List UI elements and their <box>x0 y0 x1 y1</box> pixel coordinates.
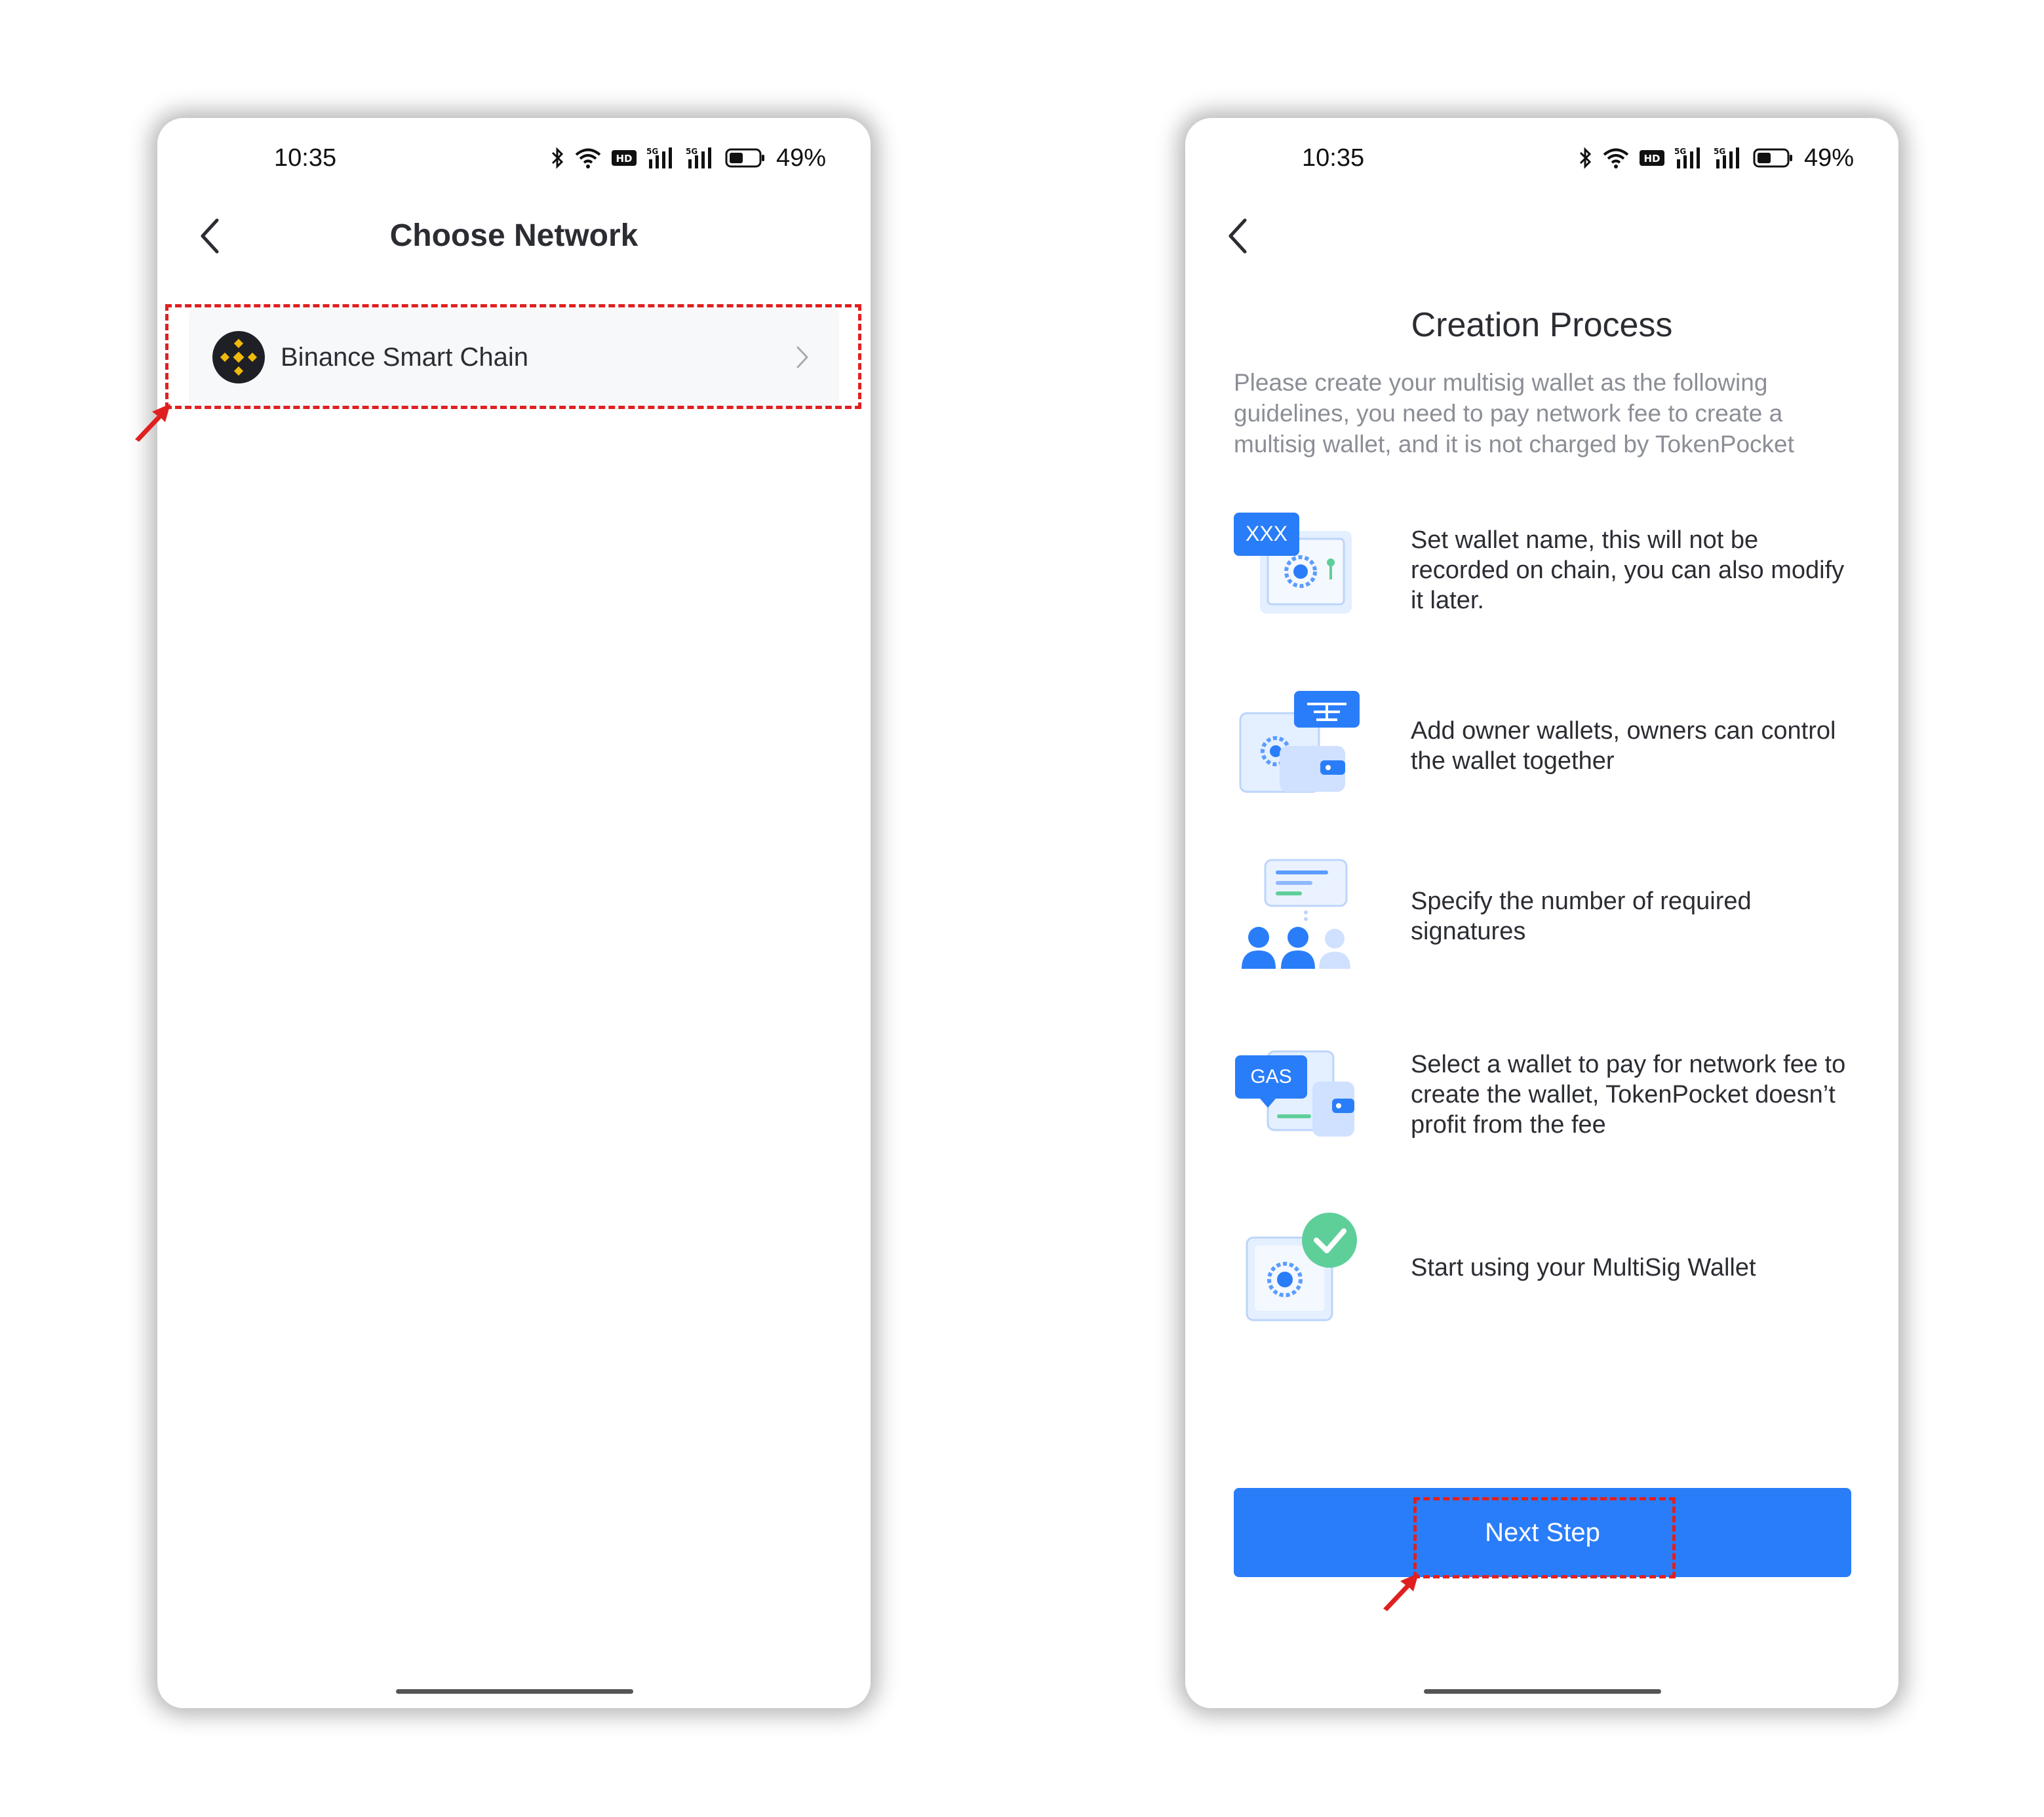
svg-text:5G: 5G <box>686 147 698 156</box>
step-1: XXX Set wallet name, this will not be re… <box>1234 511 1863 629</box>
svg-text:5G: 5G <box>1674 147 1686 156</box>
step-text: Specify the number of required signature… <box>1411 888 1752 945</box>
signal-5g-icon: 5G <box>1714 146 1744 170</box>
highlight-next-step-box <box>1413 1497 1676 1578</box>
battery-percent: 49% <box>776 144 826 172</box>
bluetooth-icon <box>1579 147 1593 169</box>
step-badge: XXX <box>1245 522 1288 545</box>
status-time: 10:35 <box>274 144 337 172</box>
status-icons: HD 5G 5G 49% <box>551 142 826 174</box>
battery-icon <box>1753 147 1794 168</box>
svg-text:5G: 5G <box>1714 147 1725 156</box>
highlight-network-box <box>165 304 861 409</box>
svg-text:5G: 5G <box>646 147 658 156</box>
signatures-icon <box>1234 857 1365 975</box>
wallet-name-icon: XXX <box>1234 511 1365 629</box>
step-2: Add owner wallets, owners can control th… <box>1234 687 1863 805</box>
hd-icon: HD <box>1639 148 1665 168</box>
annotation-arrow-icon <box>135 404 170 442</box>
wifi-icon <box>574 147 602 169</box>
bluetooth-icon <box>551 147 565 169</box>
step-text: Select a wallet to pay for network fee t… <box>1411 1051 1846 1139</box>
wallet-ready-icon <box>1234 1209 1365 1327</box>
home-indicator <box>396 1689 633 1694</box>
hd-icon: HD <box>611 148 637 168</box>
page-title: Creation Process <box>1411 306 1673 344</box>
signal-5g-icon: 5G <box>686 146 716 170</box>
status-icons: HD 5G 5G 49% <box>1579 142 1854 174</box>
step-badge: GAS <box>1250 1066 1292 1087</box>
svg-text:HD: HD <box>1643 153 1660 165</box>
status-time: 10:35 <box>1302 144 1365 172</box>
wifi-icon <box>1602 147 1630 169</box>
step-5: Start using your MultiSig Wallet <box>1234 1209 1863 1327</box>
back-button[interactable] <box>1218 210 1257 262</box>
creation-process-screen: 10:35 HD 5G 5G 49% Creation Process Plea… <box>1185 118 1898 1708</box>
step-text: Add owner wallets, owners can control th… <box>1411 717 1836 775</box>
step-text: Start using your MultiSig Wallet <box>1411 1254 1756 1281</box>
battery-percent: 49% <box>1803 144 1854 172</box>
step-3: Specify the number of required signature… <box>1234 857 1863 975</box>
gas-fee-icon: GAS <box>1234 1036 1365 1154</box>
signal-5g-icon: 5G <box>646 146 677 170</box>
annotation-arrow-icon <box>1383 1573 1419 1611</box>
svg-text:HD: HD <box>616 153 632 165</box>
chevron-left-icon <box>1228 218 1247 254</box>
signal-5g-icon: 5G <box>1674 146 1704 170</box>
owner-wallets-icon <box>1234 687 1365 805</box>
home-indicator <box>1424 1689 1661 1694</box>
battery-icon <box>725 147 766 168</box>
page-description: Please create your multisig wallet as th… <box>1234 369 1794 458</box>
page-title: Choose Network <box>389 218 639 253</box>
step-4: GAS Select a wallet to pay for network f… <box>1234 1036 1863 1154</box>
step-text: Set wallet name, this will not be record… <box>1411 526 1845 614</box>
